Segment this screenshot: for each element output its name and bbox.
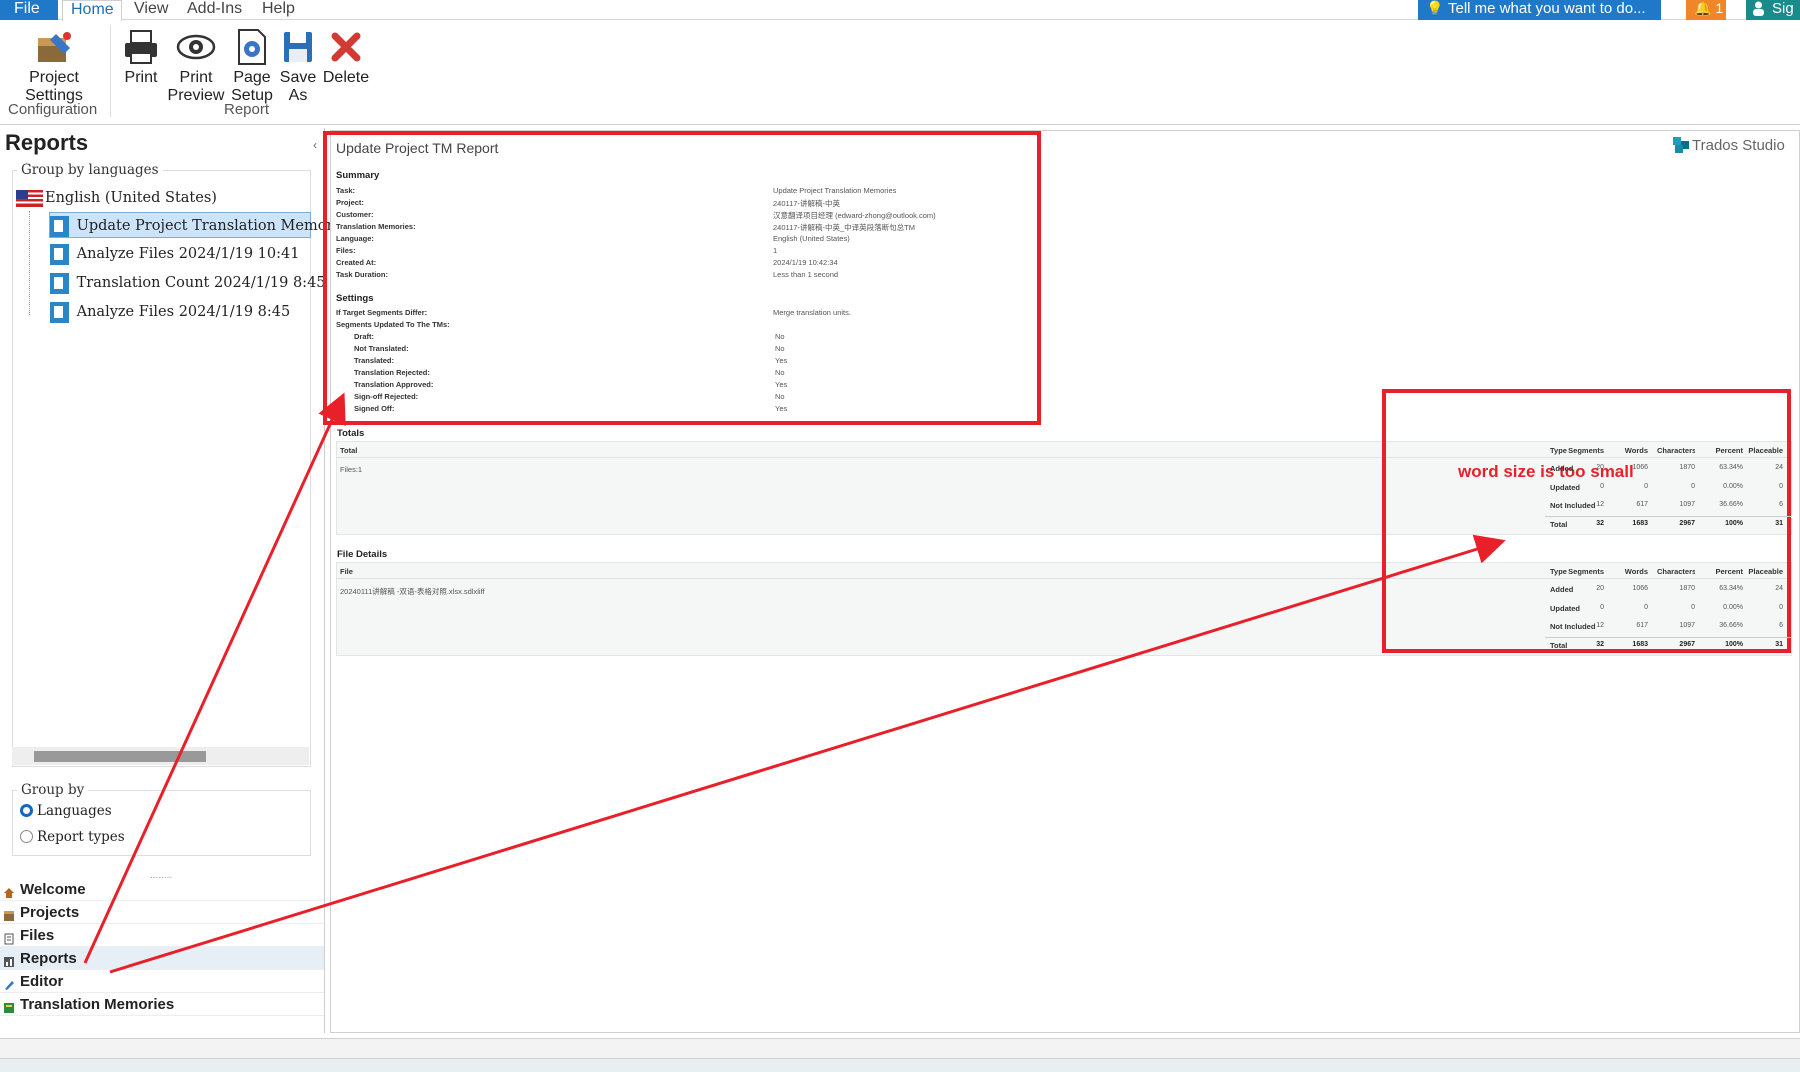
files-cell: 24 [1775,585,1783,592]
settings-sub-value: No [775,368,785,377]
summary-label: Task: [336,186,356,195]
files-column-header: Type [1550,567,1567,576]
totals-cell: 0 [1779,482,1783,490]
totals-cell: 32 [1596,519,1604,527]
totals-column-header: Type [1550,446,1567,455]
files-cell: 100% [1725,640,1743,648]
settings-sub-label: Signed Off: [354,404,395,413]
summary-value: Update Project Translation Memories [773,186,897,195]
totals-cell: 31 [1775,519,1783,527]
totals-column-header: Percent [1715,446,1743,455]
files-cell: 0 [1691,603,1695,611]
summary-value: Less than 1 second [773,270,839,279]
files-cell: 0 [1779,603,1783,611]
summary-value: English (United States) [773,234,850,243]
files-total-row-line [1545,636,1791,638]
totals-cell: 0 [1691,482,1695,490]
totals-cell: 24 [1775,464,1783,471]
summary-label: Created At: [336,258,377,267]
files-cell: 1066 [1632,585,1648,592]
files-cell: 2967 [1679,640,1695,648]
totals-cell: 0 [1644,482,1648,490]
summary-value: 240117-讲解稿-中英 [773,199,840,208]
settings-sub-label: Translation Approved: [354,380,434,389]
summary-label: Project: [336,198,364,207]
totals-total-row-line [1545,515,1791,517]
totals-cell: 1066 [1632,464,1648,471]
settings-sub-value: No [775,332,785,341]
files-cell: 31 [1775,640,1783,648]
files-column-header: Characters [1657,567,1695,576]
settings-sub-value: No [775,392,785,401]
files-cell: 6 [1779,622,1783,629]
totals-cell: 6 [1779,501,1783,508]
totals-cell: 12 [1596,501,1604,508]
totals-row-type: Total [1550,519,1568,529]
summary-label: Language: [336,234,374,243]
totals-cell: 1097 [1679,501,1695,508]
settings-label: If Target Segments Differ: [336,308,428,317]
totals-cell: 617 [1636,501,1648,508]
files-cell: 1683 [1632,640,1648,648]
settings-sub-label: Translation Rejected: [354,368,430,377]
files-cell: 36.66% [1719,622,1743,629]
settings-sub-value: Yes [775,380,788,389]
files-cell: 1097 [1679,622,1695,629]
files-cell: 1870 [1679,585,1695,592]
summary-label: Customer: [336,210,374,219]
summary-label: Translation Memories: [336,222,416,231]
totals-cell: 0 [1600,482,1604,490]
totals-column-header: Characters [1657,446,1695,455]
totals-cell: 20 [1596,464,1604,471]
totals-column-header: Placeable [1748,446,1783,455]
files-column-header: Placeable [1748,567,1783,576]
settings-sub-label: Translated: [354,356,395,365]
files-row-type: Total [1550,640,1568,650]
summary-value: 2024/1/19 10:42:34 [773,258,838,267]
settings-value: Merge translation units. [773,308,851,317]
files-column-header: Percent [1715,567,1743,576]
files-cell: 12 [1596,622,1604,629]
summary-value: 1 [773,246,778,255]
files-cell: 63.34% [1719,585,1743,592]
settings-sub-value: Yes [775,404,788,413]
summary-label: Files: [336,246,356,255]
files-cell: 20 [1596,585,1604,592]
totals-column-header: Words [1624,446,1648,455]
totals-cell: 100% [1725,519,1743,527]
summary-label: Task Duration: [336,270,388,279]
files-column-header: Segments [1568,567,1604,576]
totals-cell: 36.66% [1719,501,1743,508]
files-cell: 0 [1600,603,1604,611]
totals-column-header: Segments [1568,446,1604,455]
summary-value: 汉意翻译项目经理 (edward-zhong@outlook.com) [773,211,936,220]
settings-sub-value: No [775,344,785,353]
files-cell: 0.00% [1723,603,1743,611]
settings-sub-label: Draft: [354,332,374,341]
totals-cell: 0.00% [1723,482,1743,490]
settings-sub-value: Yes [775,356,788,365]
files-column-header: Words [1624,567,1648,576]
files-cell: 617 [1636,622,1648,629]
totals-cell: 63.34% [1719,464,1743,471]
totals-cell: 1683 [1632,519,1648,527]
status-bar-strip [0,1058,1800,1072]
settings-sub-label: Sign-off Rejected: [354,392,419,401]
files-cell: 0 [1644,603,1648,611]
totals-cell: 2967 [1679,519,1695,527]
settings-label: Segments Updated To The TMs: [336,320,450,329]
files-cell: 32 [1596,640,1604,648]
settings-sub-label: Not Translated: [354,344,409,353]
summary-value: 240117-讲解稿-中英_中译英段落断句总TM [773,223,915,232]
totals-cell: 1870 [1679,464,1695,471]
annotation-arrows [83,392,1506,974]
